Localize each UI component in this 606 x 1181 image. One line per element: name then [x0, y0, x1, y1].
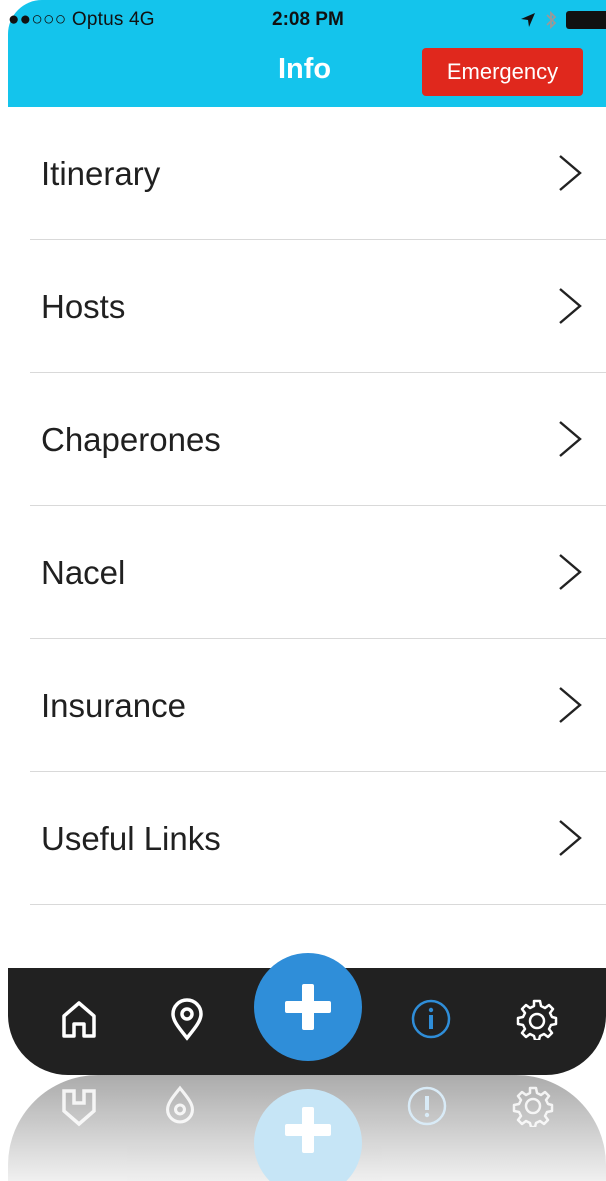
carrier-label: ●●○○○ Optus 4G	[8, 9, 155, 30]
phone-screen: ●●○○○ Optus 4G 2:08 PM Info Emergency It…	[0, 0, 606, 1181]
reflection-plus-icon	[285, 1107, 331, 1153]
list-item-hosts[interactable]: Hosts	[30, 240, 606, 373]
list-item-label: Chaperones	[41, 421, 221, 458]
tab-location[interactable]	[162, 994, 212, 1044]
tab-home[interactable]	[54, 994, 104, 1044]
location-arrow-icon	[521, 13, 535, 27]
list-item-nacel[interactable]: Nacel	[30, 506, 606, 639]
chevron-right-icon	[559, 421, 582, 457]
tab-bar	[8, 953, 606, 1075]
list-item-chaperones[interactable]: Chaperones	[30, 373, 606, 506]
status-icons	[520, 10, 606, 30]
list-item-useful-links[interactable]: Useful Links	[30, 772, 606, 905]
reflection-info-icon	[407, 1086, 447, 1126]
list-item-itinerary[interactable]: Itinerary	[30, 107, 606, 240]
reflection-gear-icon	[512, 1086, 554, 1127]
status-time: 2:08 PM	[272, 9, 344, 30]
chevron-right-icon	[559, 288, 582, 324]
info-icon	[411, 999, 451, 1039]
list-item-label: Useful Links	[41, 820, 221, 857]
page-title: Info	[278, 53, 332, 85]
chevron-right-icon	[559, 820, 582, 856]
location-pin-icon	[171, 998, 203, 1041]
reflection-location-icon	[165, 1085, 195, 1124]
list-item-label: Hosts	[41, 288, 126, 325]
chevron-right-icon	[559, 554, 582, 590]
info-list: Itinerary Hosts Chaperones Nacel Insuran…	[0, 107, 606, 905]
home-icon	[62, 1001, 96, 1038]
list-item-label: Nacel	[41, 554, 126, 591]
list-item-insurance[interactable]: Insurance	[30, 639, 606, 772]
tab-info[interactable]	[406, 994, 456, 1044]
emergency-button[interactable]: Emergency	[422, 48, 583, 96]
list-item-label: Insurance	[41, 687, 186, 724]
tab-bar-reflection	[8, 1075, 606, 1181]
bluetooth-icon	[546, 10, 557, 30]
reflection-home-icon	[62, 1089, 96, 1127]
battery-icon	[566, 11, 606, 29]
plus-icon	[285, 984, 331, 1030]
add-button[interactable]	[254, 953, 362, 1061]
list-item-label: Itinerary	[41, 155, 161, 192]
tab-settings[interactable]	[512, 994, 562, 1044]
header: ●●○○○ Optus 4G 2:08 PM Info Emergency	[8, 0, 606, 107]
chevron-right-icon	[559, 687, 582, 723]
gear-icon	[516, 999, 558, 1040]
chevron-right-icon	[559, 155, 582, 191]
status-bar: ●●○○○ Optus 4G 2:08 PM	[8, 0, 606, 36]
